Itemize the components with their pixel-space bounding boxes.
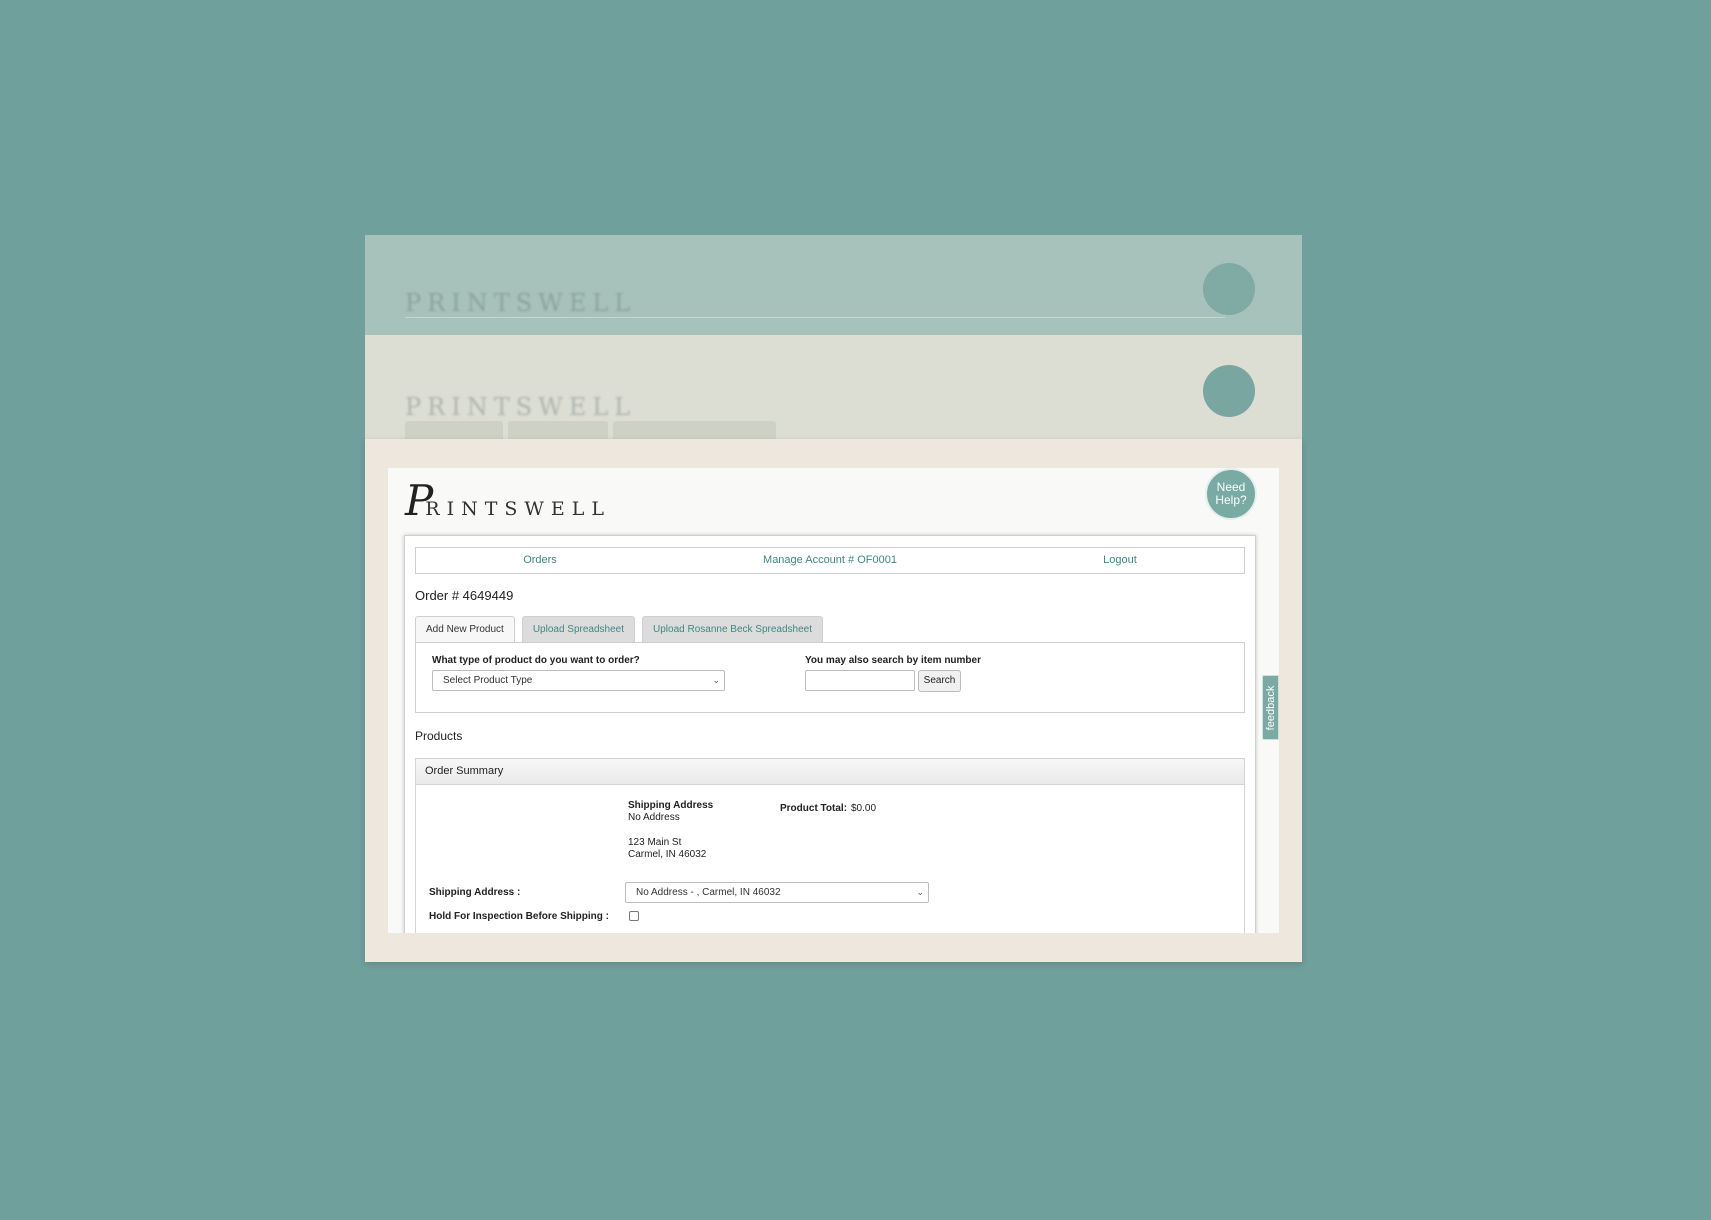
item-search-label: You may also search by item number bbox=[805, 655, 981, 666]
feedback-tab[interactable]: feedback bbox=[1262, 675, 1279, 740]
tab-upload-spreadsheet[interactable]: Upload Spreadsheet bbox=[521, 616, 636, 642]
shipping-address-select[interactable]: No Address - , Carmel, IN 46032 ⌄ bbox=[625, 882, 929, 903]
nav-orders[interactable]: Orders bbox=[416, 548, 664, 573]
faded-logo: PRINTSWELL bbox=[405, 289, 637, 317]
item-number-input[interactable] bbox=[805, 670, 915, 691]
hold-inspection-checkbox[interactable] bbox=[629, 911, 639, 921]
faded-help-bubble bbox=[1203, 263, 1255, 315]
main-nav: Orders Manage Account # OF0001 Logout bbox=[415, 547, 1245, 574]
chevron-down-icon: ⌄ bbox=[916, 887, 924, 897]
chevron-down-icon: ⌄ bbox=[712, 675, 720, 685]
products-heading: Products bbox=[415, 729, 463, 743]
search-button[interactable]: Search bbox=[918, 670, 961, 692]
order-summary-header: Order Summary bbox=[416, 759, 1244, 785]
nav-manage-account[interactable]: Manage Account # OF0001 bbox=[664, 548, 996, 573]
shipping-address-line: No Address bbox=[628, 812, 680, 823]
faded-nav-bar bbox=[405, 317, 1225, 333]
shipping-address-field-label: Shipping Address : bbox=[429, 887, 521, 898]
order-panel: Orders Manage Account # OF0001 Logout Or… bbox=[404, 535, 1256, 933]
product-total-value: $0.00 bbox=[851, 803, 877, 814]
page: P RINTSWELL Need Help? Orders Manage Acco… bbox=[388, 468, 1279, 933]
faded-help-bubble bbox=[1203, 365, 1255, 417]
tab-bar: Add New Product Upload Spreadsheet Uploa… bbox=[415, 616, 824, 643]
faded-tab bbox=[405, 421, 503, 439]
background-layer-1: PRINTSWELL bbox=[365, 235, 1302, 335]
product-total-label: Product Total: bbox=[780, 803, 848, 814]
product-type-select[interactable]: Select Product Type ⌄ bbox=[432, 670, 725, 691]
tab-add-new-product[interactable]: Add New Product bbox=[415, 616, 515, 643]
add-product-form: What type of product do you want to orde… bbox=[415, 642, 1245, 713]
tab-upload-rosanne-beck-spreadsheet[interactable]: Upload Rosanne Beck Spreadsheet bbox=[642, 616, 824, 642]
order-summary: Order Summary Shipping Address No Addres… bbox=[415, 758, 1245, 933]
shipping-address-line: Carmel, IN 46032 bbox=[628, 849, 707, 860]
shipping-address-line: 123 Main St bbox=[628, 837, 682, 848]
shipping-address-heading: Shipping Address bbox=[628, 800, 714, 811]
nav-logout[interactable]: Logout bbox=[996, 548, 1244, 573]
background-layer-2: PRINTSWELL bbox=[365, 335, 1302, 439]
printswell-logo: P RINTSWELL bbox=[405, 476, 612, 525]
faded-tab bbox=[508, 421, 608, 439]
app-frame: P RINTSWELL Need Help? Orders Manage Acco… bbox=[365, 439, 1302, 962]
need-help-button[interactable]: Need Help? bbox=[1205, 468, 1257, 520]
faded-tab bbox=[613, 421, 776, 439]
faded-logo: PRINTSWELL bbox=[405, 393, 637, 421]
hold-inspection-label: Hold For Inspection Before Shipping : bbox=[429, 911, 609, 922]
product-type-label: What type of product do you want to orde… bbox=[432, 655, 640, 666]
order-title: Order # 4649449 bbox=[415, 588, 514, 603]
feedback-label: feedback bbox=[1264, 685, 1277, 730]
